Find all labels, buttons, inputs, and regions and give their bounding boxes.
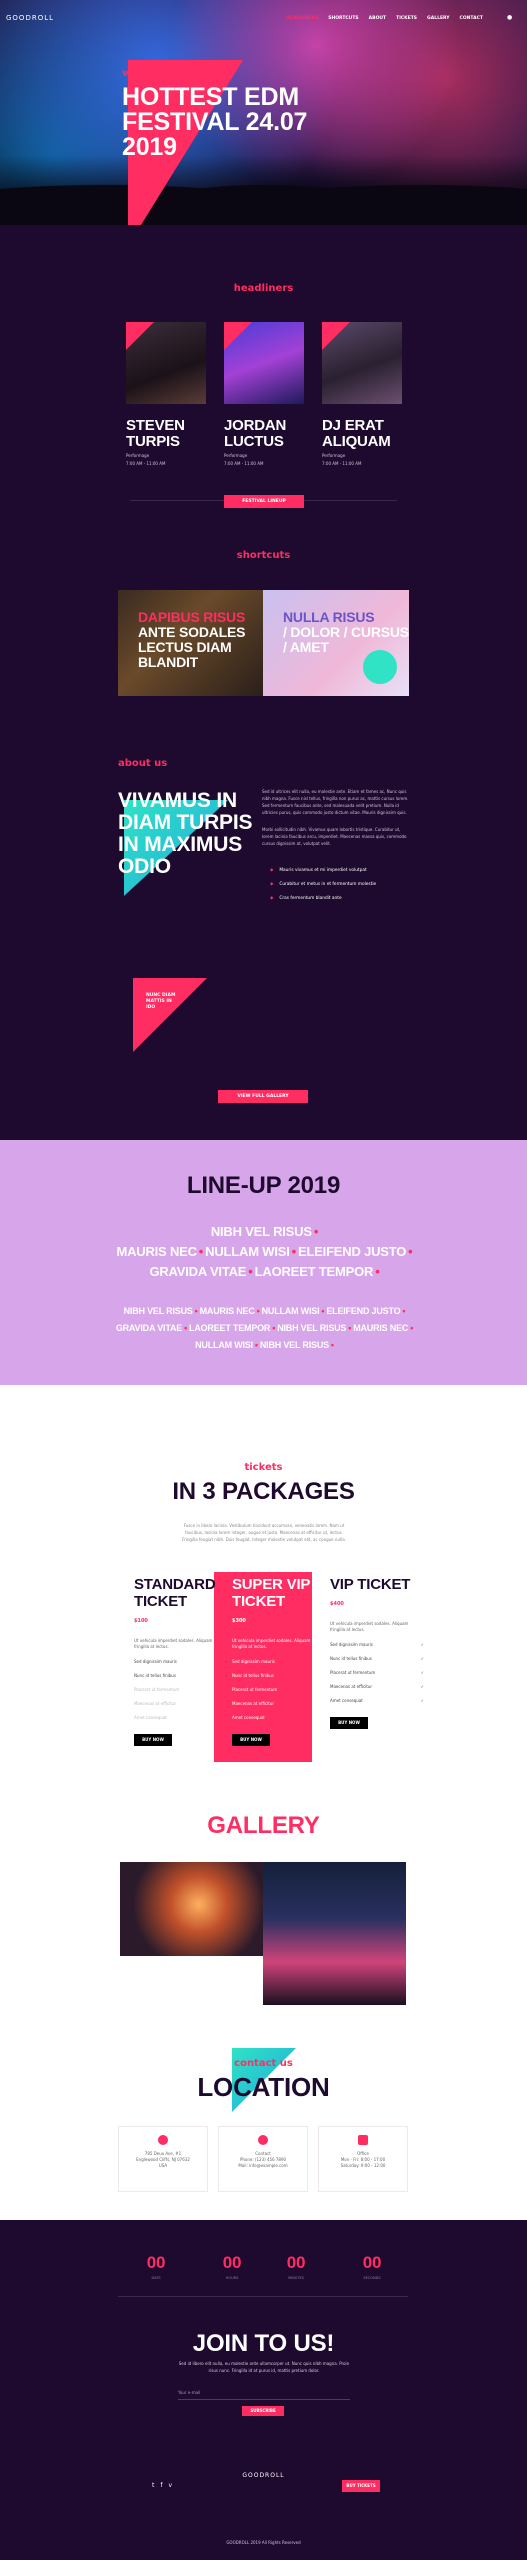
artist-time: 7:00 AM - 11:00 AM (322, 461, 362, 466)
logo[interactable]: GOODROLL (6, 14, 54, 22)
nav-about[interactable]: ABOUT (369, 16, 386, 21)
nav-contact[interactable]: CONTACT (460, 16, 483, 21)
lineup-row: NIBH VEL RISUS • (210, 1224, 319, 1239)
contact-card: Office Mon - Fri: 8:00 - 17:00 Saturday: 9… (318, 2126, 408, 2192)
footer-buy-tickets-button[interactable]: BUY TICKETS (342, 2480, 380, 2492)
shortcut-text: / DOLOR / CURSUS / AMET (283, 624, 409, 655)
about-heading: VIVAMUS IN DIAM TURPIS IN MAXIMUS ODIO (118, 789, 253, 878)
location-title: LOCATION (197, 2072, 330, 2102)
ticket-card: STANDARD TICKET $100 Ut vehicula imperdi… (134, 1576, 228, 1746)
shortcut-card[interactable]: NULLA RISUS / DOLOR / CURSUS / AMET (263, 590, 409, 696)
buy-now-button[interactable]: BUY NOW (232, 1734, 270, 1746)
tickets-intro: Fusce in libero lacinia. Vestibulum tinc… (182, 1523, 346, 1542)
about-bullet: ◆ Curabitur et metus in et fermentum mole… (270, 882, 377, 887)
facebook-icon[interactable]: f (160, 2482, 162, 2489)
about-bullet: ◆ Cras fermentum blandit ante (270, 896, 342, 901)
view-gallery-button[interactable]: VIEW FULL GALLERY (218, 1090, 308, 1103)
join-title: JOIN TO US! (192, 2330, 335, 2357)
contact-card: Contact Phone: (123) 456 7890 Mail: info@e… (218, 2126, 308, 2192)
tickets-kicker: tickets (244, 1462, 283, 1473)
countdown-item: 00 HOURS (222, 2253, 242, 2280)
nav-gallery[interactable]: GALLERY (427, 16, 449, 21)
artist-card[interactable]: STEVEN TURPIS Performage 7:00 AM - 11:00… (126, 322, 206, 466)
shortcut-accent: NULLA RISUS (283, 609, 375, 625)
shortcuts-title: shortcuts (236, 550, 291, 561)
footer-logo[interactable]: GOODROLL (0, 2472, 527, 2479)
contact-card: 785 Deux Ave, #1 Englewood Cliffs, NJ 076… (118, 2126, 208, 2192)
ticket-card: SUPER VIP TICKET $300 Ut vehicula imperd… (232, 1576, 326, 1746)
buy-now-button[interactable]: BUY NOW (134, 1734, 172, 1746)
gallery-image[interactable] (263, 1862, 406, 2005)
artist-card[interactable]: DJ ERAT ALIQUAM Performage 7:00 AM - 11:… (322, 322, 402, 466)
office-icon (358, 2135, 368, 2145)
crowd-silhouette (0, 155, 527, 225)
artist-role: Performage (126, 453, 150, 458)
about-paragraph: Morbi sollicitudin nibh. Vivamus quam lo… (262, 827, 407, 846)
countdown-item: 00 SECONDS (362, 2253, 382, 2280)
lineup-row: GRAVIDA VITAE • LAOREET TEMPOR • (149, 1264, 380, 1279)
artist-time: 7:00 AM - 11:00 AM (224, 461, 264, 466)
hero-welcome: welcome to the (122, 68, 209, 79)
lineup-title: LINE-UP 2019 (186, 1172, 341, 1199)
twitter-icon[interactable]: t (152, 2482, 154, 2489)
lineup-row: NIBH VEL RISUS • MAURIS NEC • NULLAM WISI • EL… (123, 1306, 406, 1316)
pin-icon (158, 2135, 168, 2145)
shortcut-card[interactable]: DAPIBUS RISUS ANTE SODALES LECTUS DIAM B… (118, 590, 264, 696)
hero-section: GOODROLL HEADLINERS SHORTCUTS ABOUT TICK… (0, 0, 527, 225)
email-input[interactable]: Your e-mail (178, 2388, 350, 2400)
copyright: GOODROLL 2019 All Rights Reserved (226, 2540, 301, 2545)
artist-photo (126, 322, 206, 404)
ticket-card: VIP TICKET $400 Ut vehicula imperdiet so… (330, 1576, 424, 1729)
join-text: Sed id libero elit nulla, eu molestie an… (178, 2361, 350, 2373)
subscribe-button[interactable]: SUBSCRIBE (242, 2406, 284, 2416)
nav-tickets[interactable]: TICKETS (396, 16, 417, 21)
about-title: about us (118, 758, 168, 769)
artist-name: STEVEN TURPIS (126, 417, 185, 450)
nav-shortcuts[interactable]: SHORTCUTS (328, 16, 358, 21)
festival-lineup-button[interactable]: FESTIVAL LINEUP (224, 495, 304, 508)
lineup-row: NULLAM WISI • NIBH VEL RISUS • (195, 1340, 334, 1350)
main-menu: HEADLINERS SHORTCUTS ABOUT TICKETS GALLE… (286, 16, 483, 21)
artist-time: 7:00 AM - 11:00 AM (126, 461, 166, 466)
buy-now-button[interactable]: BUY NOW (330, 1717, 368, 1729)
tickets-title: IN 3 PACKAGES (172, 1478, 355, 1505)
artist-photo (224, 322, 304, 404)
artist-photo (322, 322, 402, 404)
about-paragraph: Sed id ultrices elit nulla, eu molestie … (262, 789, 409, 815)
artist-card[interactable]: JORDAN LUCTUS Performage 7:00 AM - 11:00… (224, 322, 304, 466)
lineup-row: MAURIS NEC • NULLAM WISI • ELEIFEND JUSTO • (116, 1244, 413, 1259)
top-navigation: GOODROLL HEADLINERS SHORTCUTS ABOUT TICK… (0, 14, 527, 30)
artist-role: Performage (224, 453, 248, 458)
lineup-row: GRAVIDA VITAE • LAOREET TEMPOR • NIBH VEL RI… (115, 1323, 414, 1333)
countdown-item: 00 DAYS (146, 2253, 166, 2280)
vimeo-icon[interactable]: v (168, 2482, 172, 2489)
shortcut-accent: DAPIBUS RISUS (138, 609, 246, 625)
divider (118, 2296, 408, 2297)
cart-icon[interactable]: ● (507, 14, 515, 22)
gallery-title: GALLERY (207, 1812, 320, 1839)
artist-name: DJ ERAT ALIQUAM (322, 417, 391, 450)
about-bullet: ◆ Mauris vivamus et mi imperdiet volutpat (270, 868, 367, 873)
gallery-image[interactable] (120, 1862, 263, 1956)
phone-icon (258, 2135, 268, 2145)
artist-role: Performage (322, 453, 346, 458)
hero-title: HOTTEST EDM FESTIVAL 24.07 2019 (122, 83, 308, 161)
decor-circle (363, 650, 397, 684)
artist-name: JORDAN LUCTUS (224, 417, 287, 450)
headliners-title: headliners (233, 283, 294, 294)
shortcut-text: ANTE SODALES LECTUS DIAM BLANDIT (138, 624, 246, 670)
countdown-item: 00 MINUTES (286, 2253, 306, 2280)
social-links: t f v (152, 2482, 172, 2489)
location-kicker: contact us (234, 2058, 293, 2069)
nav-headliners[interactable]: HEADLINERS (286, 16, 318, 21)
